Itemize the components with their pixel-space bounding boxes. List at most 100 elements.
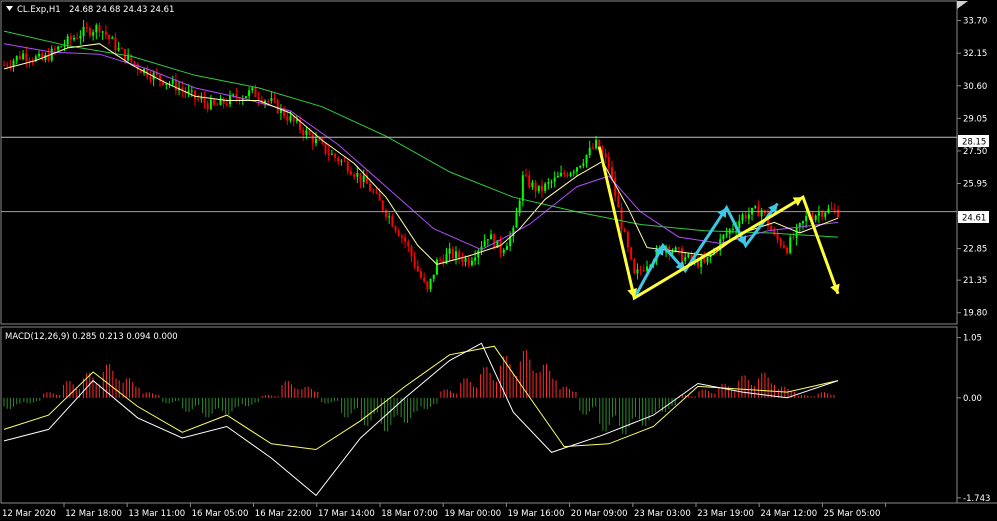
- macd-tick-label: 1.05: [963, 334, 982, 344]
- candle-body: [824, 212, 827, 217]
- candle-body: [623, 229, 626, 233]
- candle-body: [356, 173, 359, 177]
- candle-body: [642, 269, 645, 271]
- candle-body: [671, 251, 674, 254]
- candle-body: [792, 237, 795, 239]
- candle-body: [439, 259, 442, 261]
- candle-body: [432, 274, 435, 279]
- candle-body: [607, 157, 610, 168]
- time-tick-label: 25 Mar 05:00: [824, 509, 881, 519]
- macd-tick-label: 0.00: [963, 394, 982, 404]
- candle-body: [295, 119, 298, 122]
- candle-body: [82, 26, 85, 36]
- candle-body: [117, 48, 120, 51]
- candle-body: [197, 99, 200, 101]
- candle-body: [626, 232, 629, 248]
- candle-body: [95, 25, 98, 33]
- time-tick-label: 13 Mar 11:00: [128, 509, 185, 519]
- candle-body: [591, 147, 594, 149]
- candle-body: [18, 55, 21, 60]
- candle-body: [569, 172, 572, 176]
- candle-body: [244, 96, 247, 99]
- candle-body: [830, 208, 833, 210]
- candle-body: [85, 26, 88, 29]
- time-tick-label: 23 Mar 19:00: [697, 509, 754, 519]
- candle-body: [225, 103, 228, 105]
- candle-body: [420, 271, 422, 278]
- time-tick-label: 16 Mar 22:00: [255, 509, 312, 519]
- candle-body: [165, 83, 168, 85]
- candle-body: [149, 76, 152, 80]
- candle-body: [684, 257, 687, 261]
- candle-body: [585, 154, 588, 164]
- candle-body: [741, 214, 744, 221]
- candle-body: [754, 206, 757, 208]
- candle-body: [267, 100, 270, 102]
- symbol-label: CL.Exp,H1: [17, 5, 61, 15]
- candle-body: [372, 191, 375, 193]
- candle-body: [311, 134, 314, 144]
- candle-body: [633, 259, 636, 274]
- candle-body: [257, 97, 260, 100]
- candle-body: [448, 248, 451, 254]
- candle-body: [429, 278, 432, 290]
- candle-body: [248, 90, 251, 97]
- candle-body: [334, 153, 337, 158]
- candle-body: [136, 64, 139, 70]
- candle-body: [114, 37, 117, 51]
- candle-body: [369, 183, 372, 192]
- candle-body: [588, 147, 591, 155]
- candle-body: [639, 269, 642, 271]
- candle-body: [760, 210, 763, 217]
- candle-body: [782, 245, 785, 248]
- candle-body: [216, 104, 219, 106]
- candle-body: [534, 182, 537, 192]
- candle-body: [391, 216, 394, 227]
- candle-body: [486, 239, 489, 241]
- candle-body: [738, 220, 741, 228]
- price-tick-label: 33.70: [963, 17, 987, 27]
- candle-body: [413, 256, 416, 267]
- candle-body: [12, 60, 15, 67]
- candle-body: [537, 185, 540, 192]
- candle-body: [505, 245, 508, 250]
- candle-body: [104, 31, 107, 36]
- candle-body: [636, 269, 639, 274]
- candle-body: [120, 48, 123, 50]
- candle-body: [15, 55, 18, 61]
- time-tick-label: 12 Mar 18:00: [65, 509, 122, 519]
- candle-body: [435, 259, 438, 275]
- candle-body: [499, 240, 502, 253]
- time-tick-label: 24 Mar 12:00: [760, 509, 817, 519]
- macd-indicator-label: MACD(12,26,9) 0.285 0.213 0.094 0.000: [5, 332, 178, 342]
- candle-body: [547, 182, 550, 184]
- candle-body: [451, 248, 454, 259]
- candle-body: [706, 256, 709, 263]
- candle-body: [349, 171, 352, 175]
- candle-body: [540, 185, 543, 191]
- candle-body: [725, 233, 728, 235]
- time-tick-label: 16 Mar 05:00: [192, 509, 249, 519]
- price-tick-label: 21.35: [963, 276, 987, 286]
- candle-body: [795, 227, 798, 239]
- candle-body: [563, 172, 566, 175]
- level-price-tag-text: 28.15: [962, 138, 986, 148]
- candle-body: [41, 53, 44, 60]
- candle-body: [805, 216, 808, 222]
- candle-body: [108, 35, 111, 39]
- candle-body: [404, 237, 407, 242]
- candle-body: [776, 234, 779, 240]
- candle-body: [681, 248, 684, 261]
- candle-body: [203, 98, 206, 104]
- price-tick-label: 25.95: [963, 179, 987, 189]
- candle-body: [324, 142, 327, 154]
- candle-body: [314, 138, 317, 144]
- candle-body: [575, 167, 578, 172]
- candle-body: [359, 173, 362, 183]
- candle-body: [60, 46, 63, 48]
- candle-body: [550, 181, 553, 183]
- candle-body: [821, 212, 824, 217]
- candle-body: [276, 100, 279, 113]
- candle-body: [747, 214, 750, 219]
- candle-body: [582, 163, 585, 166]
